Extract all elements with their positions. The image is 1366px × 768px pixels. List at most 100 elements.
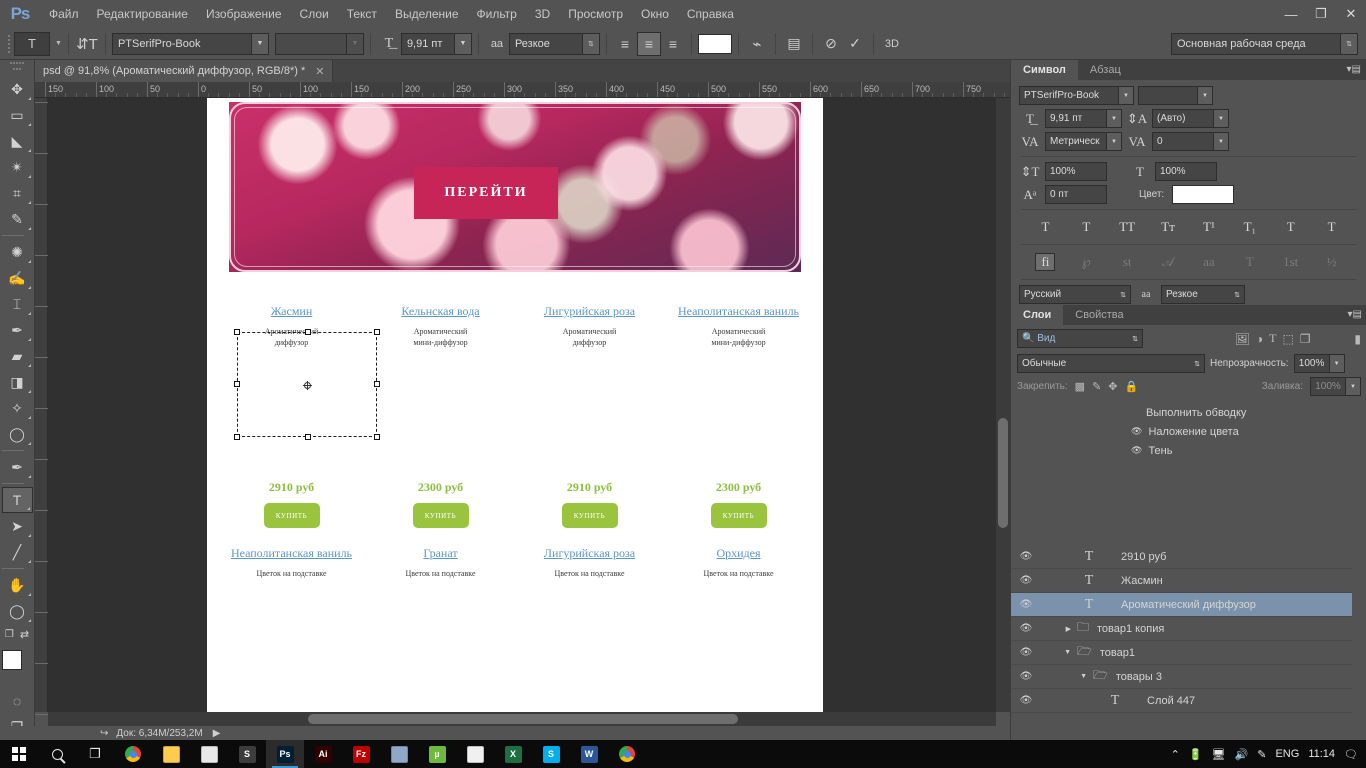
network-icon[interactable]: 🖥 — [1212, 748, 1226, 761]
font-size-value[interactable]: 9,91 пт — [400, 32, 455, 55]
menu-6[interactable]: Фильтр — [468, 3, 526, 25]
buy-button[interactable]: КУПИТЬ — [412, 503, 469, 528]
char-leading-caret-icon[interactable]: ▼ — [1214, 109, 1229, 128]
layer-row[interactable]: 👁 T Ароматический диффузор — [1011, 593, 1352, 617]
tool-preset-picker[interactable]: T — [14, 31, 50, 56]
marquee-tool[interactable]: ▭ — [2, 102, 33, 128]
char-font-size-caret-icon[interactable]: ▼ — [1107, 109, 1122, 128]
transform-anchor-point[interactable] — [303, 381, 312, 390]
panel-menu-icon[interactable]: ▾▤ — [1347, 64, 1361, 75]
style-button-7[interactable]: ½ — [1322, 253, 1342, 271]
gradient-tool[interactable]: ◨ — [2, 369, 33, 395]
antialias-caret-icon[interactable]: ⇅ — [582, 32, 600, 55]
group-disclosure-icon[interactable]: ▶ — [1041, 625, 1071, 633]
font-family-value[interactable]: PTSerifPro-Book — [111, 32, 252, 55]
product-title-link[interactable]: Жасмин — [217, 304, 366, 319]
taskbar-app-notepad[interactable] — [190, 740, 228, 768]
style-button-2[interactable]: st — [1117, 253, 1137, 271]
smartobject-filter-icon[interactable]: ❐ — [1300, 332, 1311, 346]
char-leading[interactable]: (Авто) — [1152, 109, 1214, 128]
opacity-value[interactable]: 100% — [1293, 354, 1330, 373]
cta-button[interactable]: ПЕРЕЙТИ — [414, 167, 558, 219]
style-button-5[interactable]: T₁ — [1240, 218, 1260, 236]
lock-all-icon[interactable]: 🔒 — [1125, 380, 1139, 393]
adjustment-filter-icon[interactable]: ◑ — [1256, 332, 1263, 346]
font-size-combo[interactable]: 9,91 пт ▼ — [400, 32, 472, 55]
taskbar-app-calculator[interactable] — [456, 740, 494, 768]
char-font-family[interactable]: PTSerifPro-Book — [1019, 86, 1119, 105]
product-title-link[interactable]: Лигурийская роза — [515, 546, 664, 561]
font-family-combo[interactable]: PTSerifPro-Book ▼ — [111, 32, 269, 55]
tab-paragraph[interactable]: Абзац — [1077, 60, 1133, 80]
workspace-caret-icon[interactable]: ⇅ — [1341, 32, 1358, 55]
notifications-icon[interactable]: 🗨 — [1344, 748, 1358, 761]
char-font-style-caret-icon[interactable]: ▼ — [1198, 86, 1213, 105]
menu-2[interactable]: Изображение — [197, 3, 291, 25]
product-title-link[interactable]: Орхидея — [664, 546, 813, 561]
product-title-link[interactable]: Неаполитанская ваниль — [664, 304, 813, 319]
char-font-style[interactable] — [1138, 86, 1198, 105]
layer-visibility-icon[interactable]: 👁 — [1011, 647, 1041, 658]
layer-row[interactable]: 👁 T Слой 447 — [1011, 689, 1352, 713]
antialias-value[interactable]: Резкое — [508, 32, 583, 55]
layers-list[interactable]: 👁 T 2910 руб 👁 T Жасмин 👁 T Ароматический диффуз… — [1011, 545, 1352, 713]
threed-mode-icon[interactable]: 3D — [880, 32, 904, 56]
layer-visibility-icon[interactable]: 👁 — [1011, 575, 1041, 586]
style-button-4[interactable]: aa — [1199, 253, 1219, 271]
layer-row[interactable]: 👁 T Жасмин — [1011, 569, 1352, 593]
tab-character[interactable]: Символ — [1011, 60, 1078, 80]
zoom-tool[interactable]: ◯ — [2, 598, 33, 624]
lasso-tool[interactable]: ◣ — [2, 128, 33, 154]
layer-thumbnail[interactable]: T — [1067, 597, 1111, 613]
menu-4[interactable]: Текст — [338, 3, 386, 25]
product-title-link[interactable]: Лигурийская роза — [515, 304, 664, 319]
style-button-4[interactable]: T¹ — [1199, 218, 1219, 236]
char-antialias[interactable]: Резкое ⇅ — [1161, 285, 1245, 304]
style-button-0[interactable]: T — [1035, 218, 1055, 236]
lock-transparency-icon[interactable]: ▩ — [1075, 380, 1085, 393]
image-filter-icon[interactable]: 🖼 — [1235, 332, 1250, 346]
workspace-selector[interactable]: Основная рабочая среда ⇅ — [1171, 32, 1358, 55]
product-title-link[interactable]: Неаполитанская ваниль — [217, 546, 366, 561]
lock-position-icon[interactable]: ✥ — [1108, 380, 1117, 393]
taskbar-app-filezilla[interactable]: Fz — [342, 740, 380, 768]
layer-row[interactable]: 👁 T 2910 руб — [1011, 545, 1352, 569]
layer-thumbnail[interactable]: T — [1067, 573, 1111, 589]
taskbar-app-chrome[interactable] — [114, 740, 152, 768]
pen-tool[interactable]: ✒ — [2, 454, 33, 480]
crop-tool[interactable]: ⌗ — [2, 180, 33, 206]
resize-handle-s[interactable] — [305, 434, 311, 440]
buy-button[interactable]: КУПИТЬ — [263, 503, 320, 528]
menu-10[interactable]: Справка — [678, 3, 743, 25]
fill-value[interactable]: 100% — [1310, 377, 1346, 396]
hand-tool[interactable]: ✋ — [2, 572, 33, 598]
menu-3[interactable]: Слои — [291, 3, 338, 25]
color-swatches[interactable] — [2, 650, 33, 681]
spot-healing-tool[interactable]: ✺ — [2, 239, 33, 265]
style-button-6[interactable]: T — [1281, 218, 1301, 236]
style-button-3[interactable]: Tт — [1158, 218, 1178, 236]
menu-0[interactable]: Файл — [40, 3, 88, 25]
buy-button[interactable]: КУПИТЬ — [561, 503, 618, 528]
char-font-family-caret-icon[interactable]: ▼ — [1119, 86, 1134, 105]
workspace-value[interactable]: Основная рабочая среда — [1171, 32, 1341, 55]
document-tab[interactable]: psd @ 91,8% (Ароматический диффузор, RGB… — [35, 60, 334, 82]
char-horizontal-scale[interactable]: 100% — [1155, 162, 1217, 181]
pen-icon[interactable]: ✎ — [1257, 748, 1266, 761]
char-kerning[interactable]: Метрическ — [1045, 132, 1107, 151]
resize-handle-w[interactable] — [234, 381, 240, 387]
layer-thumbnail[interactable]: T — [1067, 549, 1111, 565]
layer-effect-row[interactable]: 👁 Наложение цвета — [1011, 422, 1352, 441]
close-button[interactable]: ✕ — [1336, 0, 1366, 28]
char-tracking-caret-icon[interactable]: ▼ — [1214, 132, 1229, 151]
language-indicator[interactable]: ENG — [1275, 748, 1299, 760]
scroll-thumb[interactable] — [998, 418, 1008, 528]
layer-effect-row[interactable]: Выполнить обводку — [1011, 403, 1352, 422]
align-left-icon[interactable]: ≡ — [613, 32, 637, 56]
font-family-caret-icon[interactable]: ▼ — [251, 32, 269, 55]
tab-properties[interactable]: Свойства — [1063, 305, 1136, 325]
move-tool[interactable]: ✥ — [2, 76, 33, 102]
layer-visibility-icon[interactable]: 👁 — [1011, 599, 1041, 610]
menu-1[interactable]: Редактирование — [88, 3, 197, 25]
tray-chevron-icon[interactable]: ⌃ — [1171, 748, 1180, 761]
